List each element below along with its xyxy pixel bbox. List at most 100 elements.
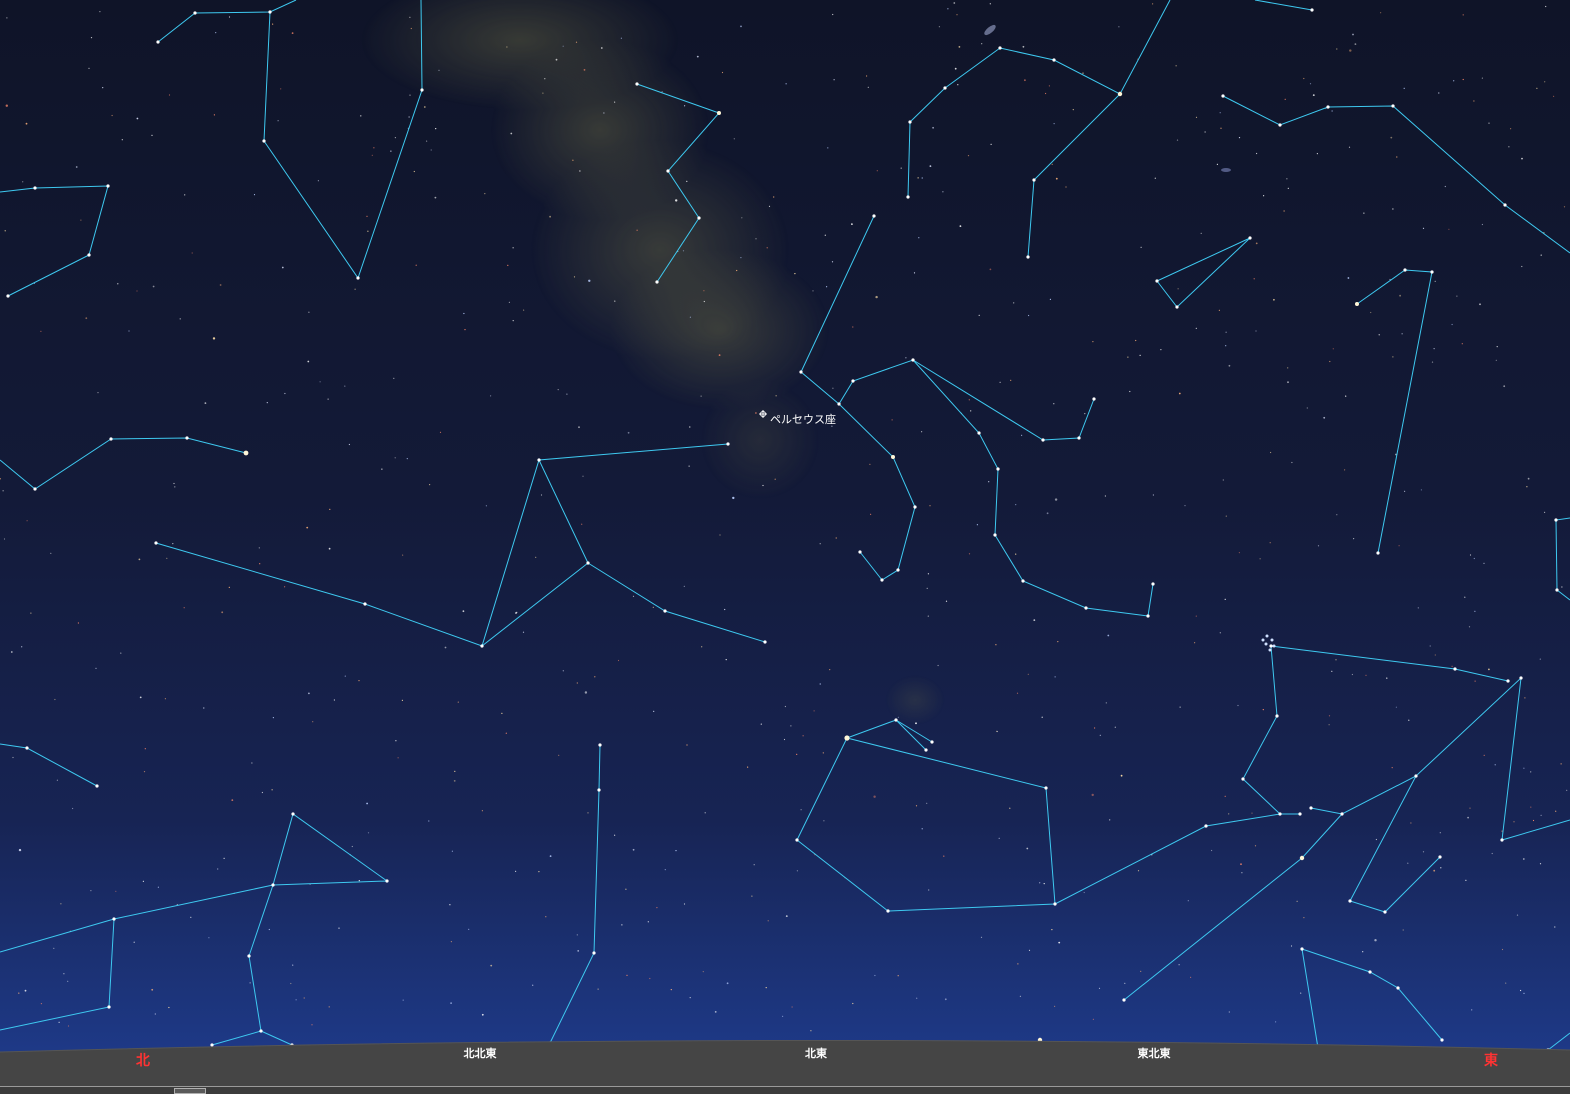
faint-star <box>360 115 362 117</box>
faint-star <box>584 691 588 694</box>
sky-chart[interactable] <box>0 0 1570 1094</box>
bright-star <box>1175 305 1179 309</box>
faint-star <box>700 395 702 397</box>
faint-star <box>562 45 564 47</box>
faint-star <box>1015 553 1017 555</box>
faint-star <box>1033 619 1036 621</box>
faint-star <box>1240 863 1242 866</box>
faint-star <box>344 385 346 387</box>
faint-star <box>542 92 544 94</box>
faint-star <box>765 987 767 989</box>
faint-star <box>253 194 256 196</box>
faint-star <box>290 982 292 985</box>
faint-star <box>1438 92 1440 94</box>
faint-star <box>1275 1021 1277 1023</box>
faint-star <box>408 116 410 118</box>
faint-star <box>704 812 706 814</box>
bright-star <box>886 909 890 913</box>
bright-star <box>1155 279 1159 283</box>
faint-star <box>576 934 578 936</box>
faint-star <box>10 651 13 653</box>
faint-star <box>1098 987 1101 990</box>
direction-northeast: 北東 <box>805 1047 827 1060</box>
faint-star <box>926 587 928 590</box>
faint-star <box>597 988 599 990</box>
bright-star <box>1309 806 1313 810</box>
faint-star <box>1054 498 1058 501</box>
faint-star <box>1468 626 1471 628</box>
bright-star <box>1340 812 1344 816</box>
faint-star <box>281 266 284 269</box>
faint-star <box>1160 349 1162 351</box>
bright-star <box>1077 436 1081 440</box>
faint-star <box>1024 79 1026 82</box>
faint-star <box>506 46 508 48</box>
faint-star <box>1456 295 1458 297</box>
bright-star <box>1355 302 1359 306</box>
faint-star <box>1255 330 1257 332</box>
faint-star <box>1083 891 1085 894</box>
faint-star <box>1045 92 1047 95</box>
bright-star <box>911 358 915 362</box>
faint-star <box>1464 596 1466 598</box>
faint-star <box>762 484 764 487</box>
faint-star <box>600 47 603 49</box>
faint-star <box>1375 838 1377 841</box>
faint-star <box>426 140 428 142</box>
faint-star <box>1362 951 1364 953</box>
faint-star <box>958 46 961 48</box>
faint-star <box>1195 327 1197 329</box>
faint-star <box>578 426 580 429</box>
faint-star <box>415 264 417 266</box>
faint-star <box>284 586 286 588</box>
faint-star <box>1353 538 1355 540</box>
faint-star <box>996 730 998 732</box>
faint-star <box>1391 767 1393 769</box>
faint-star <box>1152 494 1154 496</box>
faint-star <box>1392 356 1394 358</box>
faint-star <box>1352 33 1354 36</box>
faint-star <box>5 104 8 107</box>
faint-star <box>932 126 934 129</box>
faint-star <box>1554 926 1556 928</box>
faint-star <box>832 13 834 16</box>
faint-star <box>142 880 144 882</box>
bright-star <box>268 10 272 14</box>
faint-star <box>632 595 635 597</box>
faint-star <box>557 389 559 391</box>
faint-star <box>277 120 279 122</box>
bottom-scrollbar[interactable] <box>0 1086 1570 1094</box>
faint-star <box>1363 212 1365 214</box>
faint-star <box>621 924 623 926</box>
faint-star <box>1228 1011 1230 1013</box>
faint-star <box>1290 945 1293 947</box>
faint-star <box>157 886 159 888</box>
faint-star <box>740 257 742 259</box>
faint-star <box>917 177 919 179</box>
faint-star <box>767 920 769 922</box>
faint-star <box>164 698 166 700</box>
faint-star <box>272 717 274 719</box>
faint-star <box>1309 83 1312 85</box>
faint-star <box>371 154 373 156</box>
faint-star <box>1084 413 1086 415</box>
faint-star <box>719 534 721 536</box>
faint-star <box>1104 495 1106 497</box>
direction-east: 東 <box>1484 1053 1498 1069</box>
faint-star <box>151 988 154 991</box>
faint-star <box>485 505 487 507</box>
bright-star <box>1298 812 1302 816</box>
faint-star <box>1494 764 1496 766</box>
bright-star <box>1438 855 1442 859</box>
faint-star <box>139 696 142 699</box>
faint-star <box>173 482 175 485</box>
scrollbar-handle[interactable] <box>174 1088 206 1094</box>
faint-star <box>1255 242 1258 245</box>
faint-star <box>1251 812 1253 814</box>
bright-star <box>1506 679 1510 683</box>
planetarium-view[interactable]: ペルセウス座 北 北北東 北東 東北東 東 <box>0 0 1570 1094</box>
faint-star <box>1396 156 1398 158</box>
bright-star <box>586 561 590 565</box>
faint-star <box>819 683 821 685</box>
faint-star <box>60 903 62 905</box>
